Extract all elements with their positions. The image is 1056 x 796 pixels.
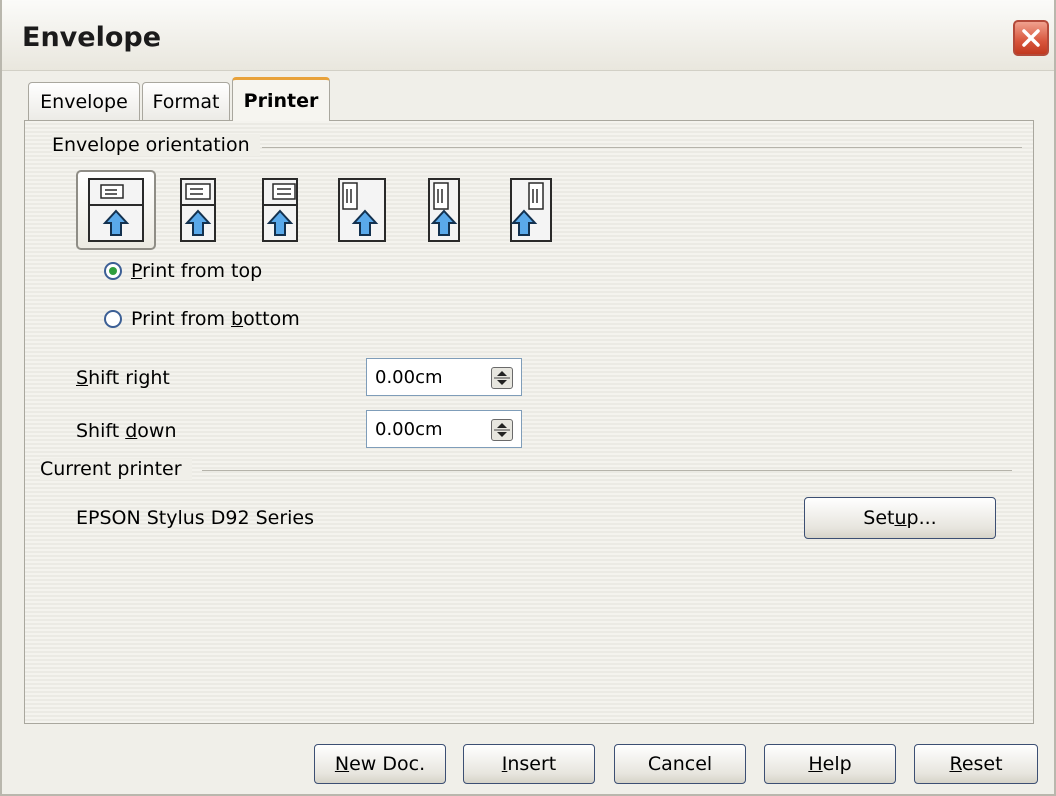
tab-label: Printer (243, 89, 319, 112)
cancel-button[interactable]: Cancel (614, 744, 746, 784)
tab-format[interactable]: Format (142, 82, 230, 120)
insert-button[interactable]: Insert (463, 744, 595, 784)
setup-button-label: Setup... (863, 507, 937, 529)
print-from-bottom-radio[interactable]: Print from bottom (104, 308, 300, 330)
envelope-vertical-right-icon (510, 178, 552, 242)
envelope-horizontal-center-icon (180, 178, 216, 242)
envelope-dialog: Envelope Envelope Format Printer Envelop… (0, 0, 1056, 796)
shift-down-value: 0.00cm (375, 419, 443, 440)
setup-button[interactable]: Setup... (804, 497, 996, 539)
tab-label: Format (152, 90, 220, 113)
shift-right-value: 0.00cm (375, 367, 443, 388)
section-divider (262, 147, 1022, 148)
envelope-vertical-center-icon (428, 178, 460, 242)
printer-name: EPSON Stylus D92 Series (76, 507, 315, 529)
radio-checked-icon (104, 262, 122, 280)
print-from-bottom-label: Print from bottom (131, 308, 300, 330)
orientation-horizontal-center-button[interactable] (158, 170, 238, 250)
new-doc-label: New Doc. (334, 753, 426, 775)
orientation-vertical-right-button[interactable] (486, 170, 566, 250)
shift-right-label: Shift right (76, 367, 170, 389)
dialog-title: Envelope (22, 22, 162, 53)
current-printer-heading: Current printer (40, 458, 192, 480)
reset-label: Reset (949, 753, 1003, 775)
reset-button[interactable]: Reset (914, 744, 1038, 784)
help-label: Help (808, 753, 852, 775)
shift-right-spinbox[interactable]: 0.00cm (366, 358, 522, 396)
spin-arrows-icon[interactable] (491, 367, 513, 389)
tab-label: Envelope (40, 90, 128, 113)
envelope-orientation-heading: Envelope orientation (52, 134, 260, 156)
orientation-horizontal-left-button[interactable] (76, 170, 156, 250)
print-from-top-label: Print from top (131, 260, 263, 282)
orientation-vertical-center-button[interactable] (404, 170, 484, 250)
help-button[interactable]: Help (764, 744, 896, 784)
envelope-vertical-left-icon (338, 178, 386, 242)
new-doc-button[interactable]: New Doc. (314, 744, 446, 784)
tab-printer[interactable]: Printer (232, 77, 330, 121)
tab-envelope[interactable]: Envelope (28, 82, 140, 120)
radio-unchecked-icon (104, 310, 122, 328)
section-divider (202, 470, 1012, 471)
orientation-horizontal-right-button[interactable] (240, 170, 320, 250)
envelope-horizontal-right-icon (262, 178, 298, 242)
shift-down-label: Shift down (76, 420, 177, 442)
shift-down-spinbox[interactable]: 0.00cm (366, 410, 522, 448)
insert-label: Insert (501, 753, 557, 775)
title-bar: Envelope (2, 0, 1054, 71)
print-from-top-radio[interactable]: Print from top (104, 260, 262, 282)
cancel-label: Cancel (647, 753, 713, 775)
close-icon (1022, 29, 1040, 47)
orientation-vertical-left-button[interactable] (322, 170, 402, 250)
envelope-horizontal-left-icon (88, 178, 144, 242)
spin-arrows-icon[interactable] (491, 419, 513, 441)
close-button[interactable] (1013, 20, 1049, 56)
